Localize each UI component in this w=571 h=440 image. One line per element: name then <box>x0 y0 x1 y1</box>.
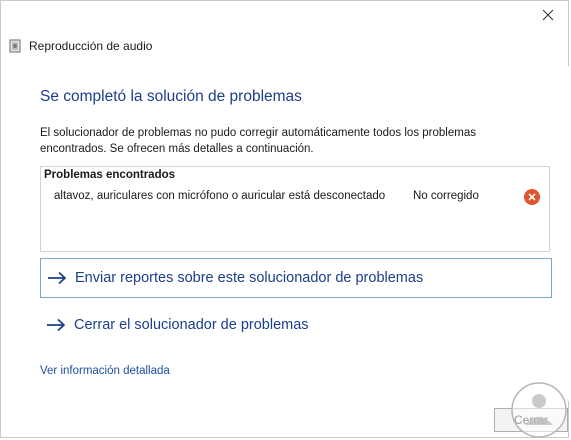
view-details-link[interactable]: Ver información detallada <box>40 365 170 377</box>
problem-status: No corregido <box>413 190 479 202</box>
error-x-icon <box>524 189 540 205</box>
window-title: Reproducción de audio <box>29 39 153 53</box>
arrow-right-icon <box>46 317 66 333</box>
problem-text: altavoz, auriculares con micrófono o aur… <box>54 190 386 202</box>
close-troubleshooter-label: Cerrar el solucionador de problemas <box>74 317 309 333</box>
title-bar: Reproducción de audio <box>9 37 152 55</box>
close-button[interactable]: Cerrar <box>494 408 568 432</box>
problems-header: Problemas encontrados <box>44 169 176 181</box>
audio-troubleshooter-icon <box>9 39 21 53</box>
page-heading: Se completó la solución de problemas <box>40 88 302 105</box>
close-troubleshooter-link[interactable]: Cerrar el solucionador de problemas <box>40 305 552 345</box>
close-window-button[interactable] <box>536 3 560 27</box>
problems-box: Problemas encontrados altavoz, auricular… <box>40 166 550 252</box>
description-text: El solucionador de problemas no pudo cor… <box>40 127 476 155</box>
content-panel: Se completó la solución de problemas El … <box>24 66 570 401</box>
close-icon <box>542 9 554 21</box>
send-reports-link[interactable]: Enviar reportes sobre este solucionador … <box>40 258 552 298</box>
troubleshooter-window: Reproducción de audio Se completó la sol… <box>0 0 570 438</box>
send-reports-label: Enviar reportes sobre este solucionador … <box>75 270 424 286</box>
problem-row: altavoz, auriculares con micrófono o aur… <box>54 189 544 207</box>
arrow-right-icon <box>47 270 67 286</box>
